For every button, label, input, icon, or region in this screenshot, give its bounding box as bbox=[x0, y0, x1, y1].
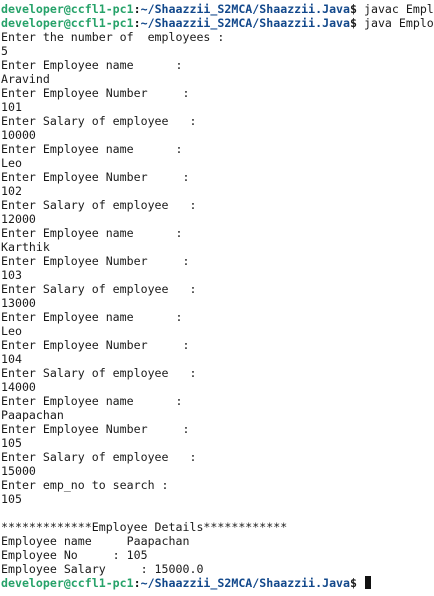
output-line: 104 bbox=[1, 352, 22, 366]
details-salary: Employee Salary : 15000.0 bbox=[1, 562, 204, 576]
output-line: 5 bbox=[1, 44, 8, 58]
output-line: Enter the number of employees : bbox=[1, 30, 225, 44]
output-line: Enter Employee Number : bbox=[1, 86, 190, 100]
output-line: Enter Employee Number : bbox=[1, 338, 190, 352]
output-line: Karthik bbox=[1, 240, 50, 254]
prompt-separator: : bbox=[133, 576, 141, 590]
output-line: Enter Employee name : bbox=[1, 394, 183, 408]
prompt-dollar: $ bbox=[350, 16, 357, 30]
output-line: Enter Employee name : bbox=[1, 226, 183, 240]
prompt-path: ~/Shaazzii_S2MCA/Shaazzii.Java bbox=[140, 16, 351, 30]
prompt-path: ~/Shaazzii_S2MCA/Shaazzii.Java bbox=[140, 2, 351, 16]
output-line: 15000 bbox=[1, 464, 36, 478]
output-line: 14000 bbox=[1, 380, 36, 394]
output-line: 13000 bbox=[1, 296, 36, 310]
prompt-separator: : bbox=[133, 16, 141, 30]
output-line: Aravind bbox=[1, 72, 50, 86]
output-line: Enter Employee Number : bbox=[1, 422, 190, 436]
prompt-line-compile: developer@ccfl1-pc1:~/Shaazzii_S2MCA/Sha… bbox=[1, 2, 434, 16]
prompt-dollar: $ bbox=[350, 2, 357, 16]
prompt-line-current: developer@ccfl1-pc1:~/Shaazzii_S2MCA/Sha… bbox=[1, 576, 434, 590]
output-line: Paapachan bbox=[1, 408, 64, 422]
output-line: Enter emp_no to search : bbox=[1, 478, 169, 492]
details-name: Employee name Paapachan bbox=[1, 534, 190, 548]
prompt-separator: : bbox=[133, 2, 141, 16]
output-line: Enter Salary of employee : bbox=[1, 282, 197, 296]
output-line: 10000 bbox=[1, 128, 36, 142]
output-line: 105 bbox=[1, 436, 22, 450]
prompt-path: ~/Shaazzii_S2MCA/Shaazzii.Java bbox=[140, 576, 351, 590]
output-line: 105 bbox=[1, 492, 22, 506]
text-cursor[interactable] bbox=[364, 576, 371, 589]
output-line: Enter Employee Number : bbox=[1, 170, 190, 184]
output-line: Enter Employee name : bbox=[1, 310, 183, 324]
output-line: Leo bbox=[1, 156, 22, 170]
prompt-user-host: developer@ccfl1-pc1 bbox=[1, 16, 134, 30]
output-line: 101 bbox=[1, 100, 22, 114]
output-line: Enter Employee name : bbox=[1, 142, 183, 156]
command-text: javac Employee.java bbox=[363, 2, 434, 16]
output-line: Enter Salary of employee : bbox=[1, 450, 197, 464]
details-number: Employee No : 105 bbox=[1, 548, 148, 562]
output-line: Leo bbox=[1, 324, 22, 338]
details-header: *************Employee Details***********… bbox=[1, 520, 288, 534]
prompt-user-host: developer@ccfl1-pc1 bbox=[1, 576, 134, 590]
command-text: java Employee bbox=[363, 16, 434, 30]
output-line: Enter Salary of employee : bbox=[1, 366, 197, 380]
prompt-line-run: developer@ccfl1-pc1:~/Shaazzii_S2MCA/Sha… bbox=[1, 16, 434, 30]
output-line: 12000 bbox=[1, 212, 36, 226]
output-line: Enter Salary of employee : bbox=[1, 198, 197, 212]
prompt-dollar: $ bbox=[350, 576, 357, 590]
output-line: Enter Employee name : bbox=[1, 58, 183, 72]
terminal-window[interactable]: developer@ccfl1-pc1:~/Shaazzii_S2MCA/Sha… bbox=[0, 0, 434, 596]
output-line: 102 bbox=[1, 184, 22, 198]
output-line: Enter Employee Number : bbox=[1, 254, 190, 268]
output-line: Enter Salary of employee : bbox=[1, 114, 197, 128]
output-line: 103 bbox=[1, 268, 22, 282]
prompt-user-host: developer@ccfl1-pc1 bbox=[1, 2, 134, 16]
